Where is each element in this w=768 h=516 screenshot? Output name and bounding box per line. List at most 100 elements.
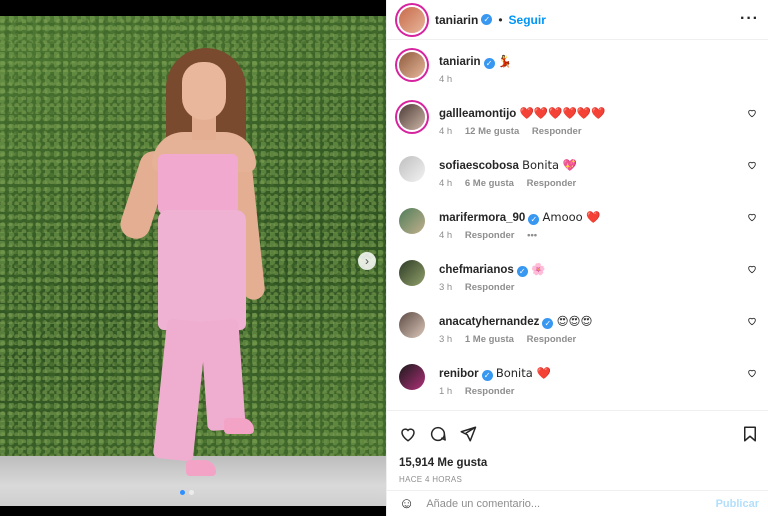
comment-meta: 3 h 1 Me gusta Responder	[439, 334, 586, 345]
comment-meta: 4 h Responder •••	[439, 230, 547, 241]
comment-body: Bonita ❤️	[495, 366, 551, 380]
comment-options-button[interactable]: •••	[527, 230, 537, 241]
post-photo[interactable]: ›	[0, 0, 386, 516]
comment-text: renibor ✓ Bonita ❤️	[439, 366, 551, 381]
comment-input[interactable]	[426, 497, 697, 510]
woman-pink-top	[158, 154, 238, 214]
verified-badge-icon: ✓	[516, 266, 528, 277]
follow-button[interactable]: Seguir	[509, 13, 546, 27]
comment-text: chefmarianos ✓ 🌸	[439, 262, 545, 277]
heart-icon[interactable]	[747, 160, 757, 170]
comment-body: Bonita 💖	[522, 158, 578, 172]
reply-button[interactable]: Responder	[465, 230, 515, 241]
bookmark-icon[interactable]	[741, 425, 759, 443]
comment-username[interactable]: renibor	[439, 368, 479, 380]
comment-time: 3 h	[439, 334, 453, 345]
comment-avatar[interactable]	[399, 156, 425, 182]
verified-badge-icon: ✓	[528, 214, 540, 225]
woman-right-leg	[200, 318, 246, 432]
comment-likes[interactable]: 1 Me gusta	[465, 334, 514, 345]
carousel-dots	[180, 490, 194, 495]
emoji-smile-icon[interactable]: ☺	[399, 495, 414, 512]
comment-avatar[interactable]	[399, 260, 425, 286]
carousel-next-button[interactable]: ›	[358, 252, 376, 270]
comment-likes[interactable]: 6 Me gusta	[465, 178, 514, 189]
comment-username[interactable]: marifermora_90	[439, 212, 525, 224]
comment-avatar[interactable]	[399, 364, 425, 390]
caption-avatar[interactable]	[399, 52, 425, 78]
comment-body: 🌸	[530, 262, 546, 276]
reply-button[interactable]: Responder	[465, 282, 515, 293]
comment-avatar[interactable]	[399, 208, 425, 234]
comment-username[interactable]: sofiaescobosa	[439, 160, 519, 172]
comment-time: 4 h	[439, 178, 453, 189]
publish-button[interactable]: Publicar	[716, 498, 759, 510]
woman-right-shoe	[224, 418, 254, 434]
comment-username[interactable]: anacatyhernandez	[439, 316, 539, 328]
chevron-right-icon: ›	[365, 254, 369, 268]
comment-text: anacatyhernandez ✓ 😍😍😍	[439, 314, 593, 329]
heart-icon[interactable]	[747, 368, 757, 378]
verified-badge-icon: ✓	[542, 318, 554, 329]
comment-username[interactable]: gallleamontijo	[439, 108, 516, 120]
caption-text: taniarin ✓ 💃	[439, 54, 512, 69]
comment-row: gallleamontijo ❤️❤️❤️❤️❤️❤️ 4 h 12 Me gu…	[399, 96, 761, 148]
comment-time: 1 h	[439, 386, 453, 397]
reply-button[interactable]: Responder	[527, 334, 577, 345]
comment-meta: 4 h 6 Me gusta Responder	[439, 178, 586, 189]
share-paper-plane-icon[interactable]	[459, 425, 477, 443]
more-horizontal-icon[interactable]: ···	[740, 10, 759, 28]
reply-button[interactable]: Responder	[465, 386, 515, 397]
heart-icon[interactable]	[747, 212, 757, 222]
comment-body: Amooo ❤️	[542, 210, 601, 224]
post-timestamp: HACE 4 HORAS	[399, 475, 463, 484]
woman-left-shoe	[186, 460, 216, 476]
comment-text: marifermora_90 ✓ Amooo ❤️	[439, 210, 601, 225]
comment-time: 3 h	[439, 282, 453, 293]
caption-emoji: 💃	[497, 54, 513, 68]
header-separator: •	[498, 12, 503, 27]
post-side-panel: taniarin ✓ • Seguir ··· taniarin ✓ 💃 4 h …	[386, 0, 768, 516]
author-avatar[interactable]	[399, 6, 425, 33]
like-heart-icon[interactable]	[399, 425, 417, 443]
post-header: taniarin ✓ • Seguir ···	[387, 0, 768, 40]
comment-avatar[interactable]	[399, 312, 425, 338]
comment-likes[interactable]: 12 Me gusta	[465, 126, 519, 137]
comment-text: sofiaescobosa Bonita 💖	[439, 158, 577, 172]
comment-bubble-icon[interactable]	[429, 425, 447, 443]
comment-body: 😍😍😍	[556, 314, 593, 328]
reply-button[interactable]: Responder	[527, 178, 577, 189]
caption-username[interactable]: taniarin	[439, 56, 481, 68]
comment-row: renibor ✓ Bonita ❤️ 1 h Responder	[399, 356, 761, 408]
comment-composer: ☺ Publicar	[387, 490, 768, 516]
photo-top-bar	[0, 0, 386, 16]
comment-body: ❤️❤️❤️❤️❤️❤️	[519, 106, 606, 120]
likes-count[interactable]: 15,914 Me gusta	[399, 457, 487, 469]
comment-text: gallleamontijo ❤️❤️❤️❤️❤️❤️	[439, 106, 605, 120]
verified-badge-icon: ✓	[483, 58, 495, 69]
carousel-dot	[189, 490, 194, 495]
comment-row: anacatyhernandez ✓ 😍😍😍 3 h 1 Me gusta Res…	[399, 304, 761, 356]
reply-button[interactable]: Responder	[532, 126, 582, 137]
action-icons	[399, 425, 477, 443]
comment-meta: 1 h Responder	[439, 386, 524, 397]
heart-icon[interactable]	[747, 108, 757, 118]
caption-time: 4 h	[439, 74, 453, 85]
verified-badge-icon: ✓	[481, 14, 493, 25]
comment-meta: 3 h Responder	[439, 282, 524, 293]
comment-username[interactable]: chefmarianos	[439, 264, 514, 276]
carousel-dot-active	[180, 490, 185, 495]
comment-row: sofiaescobosa Bonita 💖 4 h 6 Me gusta Re…	[399, 148, 761, 200]
heart-icon[interactable]	[747, 264, 757, 274]
heart-icon[interactable]	[747, 316, 757, 326]
comment-avatar[interactable]	[399, 104, 425, 130]
comment-row: marifermora_90 ✓ Amooo ❤️ 4 h Responder •…	[399, 200, 761, 252]
verified-badge-icon: ✓	[481, 370, 493, 381]
woman-face	[182, 62, 226, 120]
post-actions: 15,914 Me gusta HACE 4 HORAS	[387, 410, 768, 490]
comments-list[interactable]: taniarin ✓ 💃 4 h gallleamontijo ❤️❤️❤️❤️❤…	[387, 40, 768, 410]
caption-row: taniarin ✓ 💃 4 h	[399, 44, 761, 94]
author-username[interactable]: taniarin	[435, 13, 478, 27]
caption-meta: 4 h	[439, 74, 462, 85]
comment-time: 4 h	[439, 230, 453, 241]
